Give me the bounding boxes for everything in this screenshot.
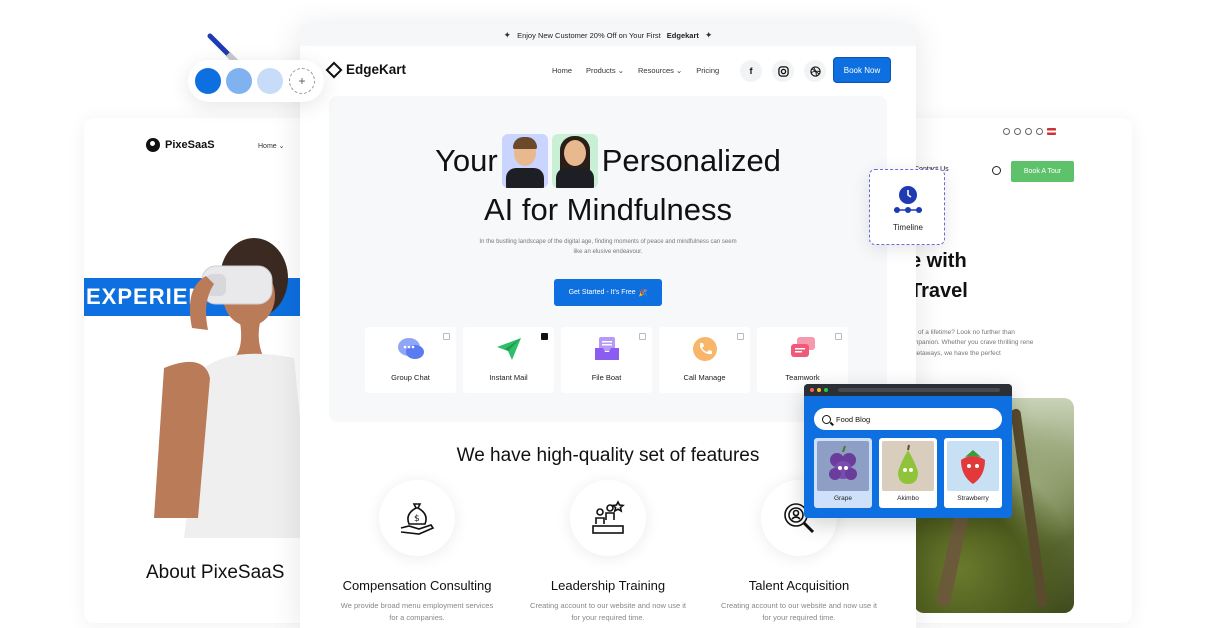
color-swatch[interactable] — [195, 68, 221, 94]
get-started-button[interactable]: Get Started - It's Free 🎉 — [554, 279, 662, 306]
instagram-icon[interactable] — [772, 60, 794, 82]
phone-icon — [693, 337, 717, 361]
male-avatar-image — [501, 134, 548, 188]
pixesaas-preview-card: PixeSaaS Home ⌄ EXPERIEN About PixeSaaS — [84, 118, 324, 623]
dribbble-icon[interactable] — [804, 60, 826, 82]
svg-text:$: $ — [414, 514, 420, 524]
vr-person-image — [154, 238, 312, 538]
feature-leadership-training: Leadership Training Creating account to … — [513, 480, 703, 624]
social-links: f — [740, 60, 826, 82]
food-items: Grape Akimbo Strawberry — [814, 438, 1002, 508]
hero-section: Your Personalized AI for Mindfulness In … — [329, 96, 887, 422]
tile-group-chat[interactable]: Group Chat — [365, 327, 456, 393]
us-flag-icon[interactable] — [1047, 128, 1056, 135]
facebook-icon[interactable] — [1025, 128, 1032, 135]
paper-plane-icon — [497, 338, 521, 360]
pixesaas-nav-home[interactable]: Home ⌄ — [258, 142, 285, 150]
travel-paragraph: y of a lifetime? Look no further than mp… — [913, 329, 1034, 357]
color-swatch[interactable] — [226, 68, 252, 94]
money-bag-hand-icon: $ — [379, 480, 455, 556]
food-item-akimbo[interactable]: Akimbo — [879, 438, 937, 508]
hero-title-line2: AI for Mindfulness — [483, 192, 733, 227]
grape-character-image — [817, 441, 869, 491]
sparkle-icon: ✦ — [503, 29, 512, 40]
tile-checkbox[interactable] — [443, 333, 450, 340]
hero-title-line1: Your Personalized — [329, 134, 887, 188]
edgekart-preview-card: ✦ Enjoy New Customer 20% Off on Your Fir… — [300, 24, 916, 628]
nav-pricing[interactable]: Pricing — [696, 66, 719, 75]
pixesaas-logo-text: PixeSaaS — [165, 139, 215, 151]
search-icon — [822, 414, 831, 424]
main-nav: Home Products ⌄ Resources ⌄ Pricing — [552, 66, 719, 75]
pear-character-image — [882, 441, 934, 491]
minimize-window-dot[interactable] — [817, 388, 821, 392]
tile-checkbox[interactable] — [737, 333, 744, 340]
chat-bubble-icon — [398, 338, 424, 359]
travel-heading: e with Travel — [910, 250, 968, 302]
timeline-icon — [894, 186, 922, 213]
instagram-icon[interactable] — [1036, 128, 1043, 135]
nav-home[interactable]: Home — [552, 66, 572, 75]
female-avatar-image — [551, 134, 598, 188]
chevron-down-icon: ⌄ — [617, 66, 625, 75]
tile-checkbox[interactable] — [835, 333, 842, 340]
feature-tiles: Group Chat Instant Mail File Boat Call M… — [365, 327, 848, 393]
strawberry-character-image — [947, 441, 999, 491]
close-window-dot[interactable] — [810, 388, 814, 392]
search-icon[interactable] — [992, 166, 1001, 175]
tile-call-manage[interactable]: Call Manage — [659, 327, 750, 393]
sparkle-icon: ✦ — [704, 29, 713, 40]
color-swatch[interactable] — [257, 68, 283, 94]
feature-compensation-consulting: $ Compensation Consulting We provide bro… — [322, 480, 512, 624]
nav-resources[interactable]: Resources ⌄ — [638, 66, 682, 75]
color-palette: + — [188, 60, 324, 102]
book-now-button[interactable]: Book Now — [834, 58, 890, 82]
tile-instant-mail[interactable]: Instant Mail — [463, 327, 554, 393]
food-blog-window: Food Blog Grape Akimbo Strawberry — [804, 384, 1012, 518]
nav-products[interactable]: Products ⌄ — [586, 66, 624, 75]
maximize-window-dot[interactable] — [824, 388, 828, 392]
add-color-button[interactable]: + — [289, 68, 315, 94]
timeline-widget[interactable]: Timeline — [869, 169, 945, 245]
food-search-input[interactable]: Food Blog — [814, 408, 1002, 430]
chevron-down-icon: ⌄ — [675, 66, 683, 75]
pinterest-icon[interactable] — [1014, 128, 1021, 135]
address-bar[interactable] — [838, 388, 1000, 392]
tile-file-boat[interactable]: File Boat — [561, 327, 652, 393]
promo-bar: ✦ Enjoy New Customer 20% Off on Your Fir… — [300, 24, 916, 46]
pixesaas-logo[interactable]: PixeSaaS — [146, 138, 215, 152]
teamwork-chat-icon — [791, 337, 815, 357]
diamond-logo-icon — [325, 61, 343, 78]
edgekart-logo[interactable]: EdgeKart — [325, 61, 406, 78]
file-inbox-icon — [595, 337, 619, 360]
hero-subtitle: In the bustling landscape of the digital… — [479, 239, 737, 255]
podium-people-icon — [570, 480, 646, 556]
food-item-strawberry[interactable]: Strawberry — [944, 438, 1002, 508]
food-item-grape[interactable]: Grape — [814, 438, 872, 508]
party-popper-icon: 🎉 — [638, 289, 648, 297]
timeline-label: Timeline — [893, 223, 923, 232]
facebook-icon[interactable]: f — [740, 60, 762, 82]
book-a-tour-button[interactable]: Book A Tour — [1011, 161, 1074, 182]
about-title: About PixeSaaS — [146, 562, 285, 583]
top-social-icons — [1003, 128, 1056, 135]
tile-checkbox[interactable] — [639, 333, 646, 340]
pixesaas-logo-icon — [146, 138, 160, 152]
window-titlebar — [804, 384, 1012, 396]
youtube-icon[interactable] — [1003, 128, 1010, 135]
tile-checkbox[interactable] — [541, 333, 548, 340]
